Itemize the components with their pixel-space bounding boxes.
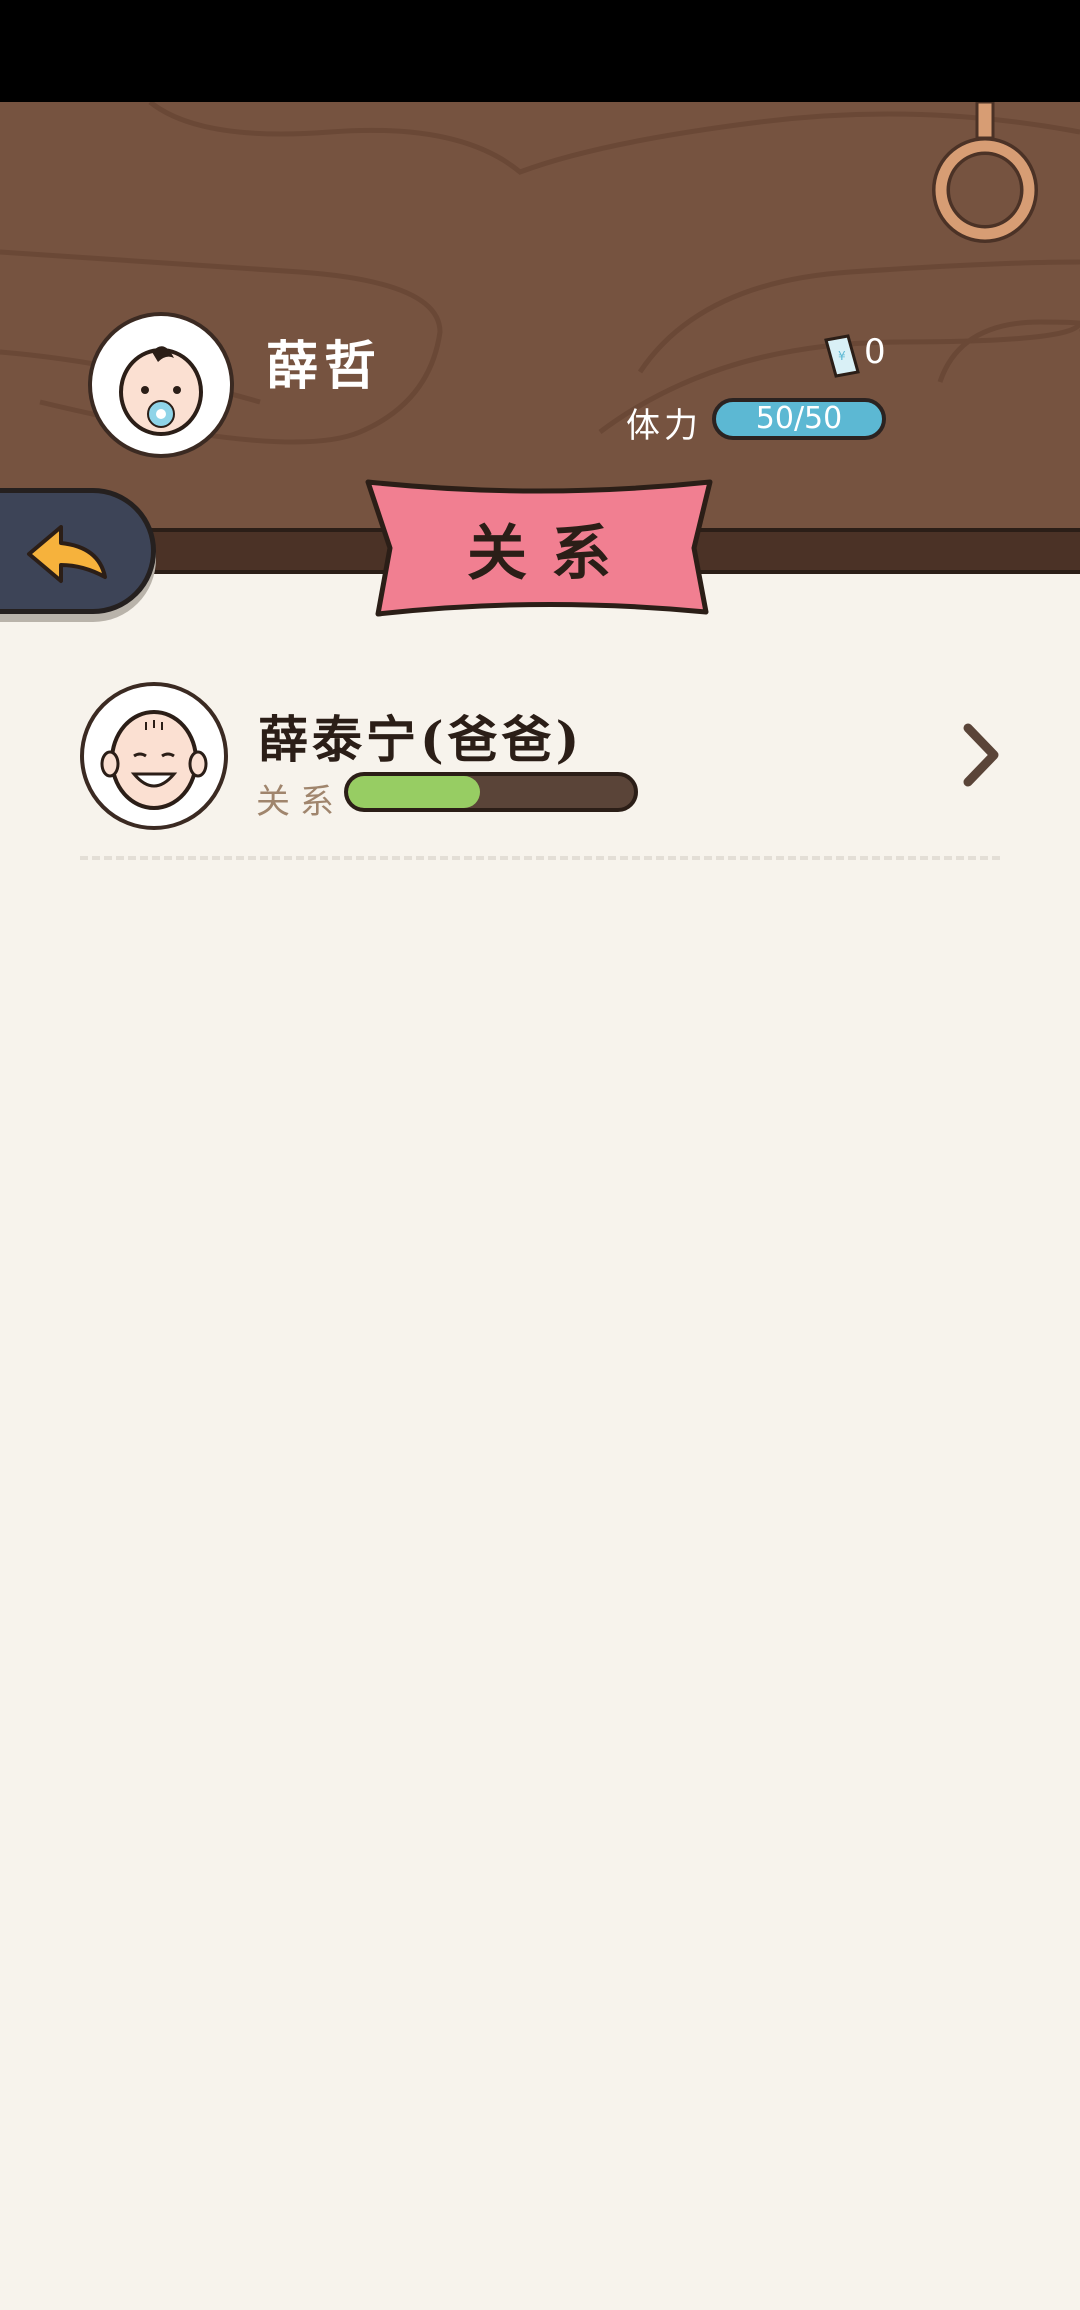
relationship-progress-bar: [344, 772, 638, 812]
relationship-name: 薛泰宁(爸爸): [258, 710, 584, 769]
relationship-bar-label: 关系: [256, 782, 344, 822]
page-title: 关系: [467, 519, 635, 589]
back-button[interactable]: [0, 488, 156, 614]
svg-text:¥: ¥: [838, 349, 846, 363]
player-name: 薛哲: [266, 336, 383, 397]
relationship-row[interactable]: 薛泰宁(爸爸) 关系: [80, 682, 1000, 862]
ticket-icon: ¥: [824, 334, 860, 378]
hanging-ring-icon[interactable]: [920, 102, 1050, 252]
list-divider: [80, 856, 1000, 860]
relationship-progress-fill: [348, 776, 480, 808]
chevron-right-icon[interactable]: [960, 722, 1000, 788]
status-bar: [0, 0, 1080, 102]
stamina-label: 体力: [626, 406, 702, 446]
ticket-count: 0: [864, 332, 886, 372]
back-arrow-icon: [27, 525, 107, 583]
stamina-value: 50/50: [755, 401, 843, 436]
pacifier-baby-avatar: [119, 346, 203, 436]
player-avatar[interactable]: [88, 312, 234, 458]
stamina-bar: 50/50: [712, 398, 886, 440]
dad-face-icon: [100, 710, 208, 810]
dad-avatar: [80, 682, 228, 830]
